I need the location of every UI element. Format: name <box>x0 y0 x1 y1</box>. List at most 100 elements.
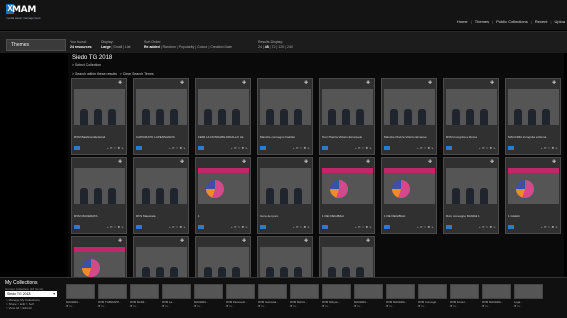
card-action-icons[interactable]: + ✉ ☆ ✖ ↳ <box>355 146 372 150</box>
result-card[interactable]: ✚ FEMI LA DONNARE DIDALLO LE + ✉ ☆ ✖ ↳ <box>195 78 251 155</box>
result-thumbnail[interactable] <box>446 89 497 125</box>
collection-thumbnail[interactable] <box>354 284 383 299</box>
result-thumbnail[interactable] <box>384 168 435 204</box>
add-to-collection-icon[interactable]: ✚ <box>118 160 124 165</box>
result-thumbnail[interactable] <box>446 168 497 204</box>
xmam-logo[interactable]: X MAM media asset management <box>6 4 41 24</box>
result-thumbnail[interactable] <box>322 168 373 204</box>
collection-item[interactable]: RVM Gazzetta... ✖ V+ <box>258 284 287 314</box>
view-all-link[interactable]: > View All > Edit All <box>6 306 40 310</box>
add-to-collection-icon[interactable]: ✚ <box>242 160 248 165</box>
add-to-collection-icon[interactable]: ✚ <box>366 81 372 86</box>
collection-item[interactable]: MACERA... ✖ V+ <box>66 284 95 314</box>
result-caption[interactable]: RVS Macerata <box>136 214 188 218</box>
collection-item-actions[interactable]: ✖ V+ <box>354 304 383 308</box>
collection-item[interactable]: RVM MACERA... ✖ V+ <box>482 284 511 314</box>
collection-item-actions[interactable]: ✖ V+ <box>322 304 351 308</box>
collection-item[interactable]: RVM MACERA... ✖ V+ <box>386 284 415 314</box>
result-thumbnail[interactable] <box>136 89 187 125</box>
add-to-collection-icon[interactable]: ✚ <box>490 81 496 86</box>
search-within-link[interactable]: > Search within these results <box>72 72 117 76</box>
result-caption[interactable]: Gore dei puro <box>260 214 312 218</box>
result-card[interactable]: ✚ RVM Incognita a Roma + ✉ ☆ ✖ ↳ <box>443 78 499 155</box>
result-card[interactable]: ✚ Manche Piazza Vittorio Emanue + ✉ ☆ ✖ ↳ <box>381 78 437 155</box>
result-card[interactable]: ✚ 1 + ✉ ☆ ✖ ↳ <box>195 157 251 234</box>
result-thumbnail[interactable] <box>508 168 559 204</box>
sort-popularity[interactable]: Popularity <box>179 45 195 49</box>
themes-button[interactable]: Themes <box>6 39 66 51</box>
display-large[interactable]: Large <box>101 45 111 49</box>
nav-home[interactable]: Home <box>457 19 468 24</box>
add-to-collection-icon[interactable]: ✚ <box>366 239 372 244</box>
collection-item[interactable]: Lega... ✖ V+ <box>514 284 543 314</box>
result-caption[interactable]: 1 Gisletti <box>508 214 560 218</box>
card-action-icons[interactable]: + ✉ ☆ ✖ ↳ <box>169 225 186 229</box>
card-action-icons[interactable]: + ✉ ☆ ✖ ↳ <box>107 225 124 229</box>
card-action-icons[interactable]: + ✉ ☆ ✖ ↳ <box>231 146 248 150</box>
collection-item-actions[interactable]: ✖ V+ <box>98 304 127 308</box>
card-action-icons[interactable]: + ✉ ☆ ✖ ↳ <box>417 225 434 229</box>
result-caption[interactable]: Rvm convegno Mobilità 1 <box>446 214 498 218</box>
collection-item-actions[interactable]: ✖ V+ <box>514 304 543 308</box>
select-collection-link[interactable]: > Select Collection <box>72 63 101 67</box>
result-card[interactable]: ✚ Manche convegno Falcide + ✉ ☆ ✖ ↳ <box>257 78 313 155</box>
result-thumbnail[interactable] <box>384 89 435 125</box>
collection-item-actions[interactable]: ✖ V+ <box>194 304 223 308</box>
result-caption[interactable]: RVM Incognita a Roma <box>446 135 498 139</box>
result-card[interactable]: ✚ RVM Basilicat Elettorali + ✉ ☆ ✖ ↳ <box>71 78 127 155</box>
result-thumbnail[interactable] <box>260 89 311 125</box>
collection-item[interactable]: RVM Mibyon... ✖ V+ <box>322 284 351 314</box>
result-thumbnail[interactable] <box>74 89 125 125</box>
result-caption[interactable]: MACCIMA Incognita a Roma <box>508 135 560 139</box>
collection-item-actions[interactable]: ✖ V+ <box>130 304 159 308</box>
collection-item-actions[interactable]: ✖ V+ <box>482 304 511 308</box>
result-card[interactable]: ✚ 1 DEI DEGIBALI + ✉ ☆ ✖ ↳ <box>319 157 375 234</box>
add-to-collection-icon[interactable]: ✚ <box>180 239 186 244</box>
result-card[interactable]: ✚ Rvm convegno Mobilità 1 + ✉ ☆ ✖ ↳ <box>443 157 499 234</box>
card-action-icons[interactable]: + ✉ ☆ ✖ ↳ <box>417 146 434 150</box>
add-to-collection-icon[interactable]: ✚ <box>490 160 496 165</box>
result-thumbnail[interactable] <box>508 89 559 125</box>
card-action-icons[interactable]: + ✉ ☆ ✖ ↳ <box>293 146 310 150</box>
add-to-collection-icon[interactable]: ✚ <box>118 239 124 244</box>
nav-recent[interactable]: Recent <box>535 19 548 24</box>
add-to-collection-icon[interactable]: ✚ <box>366 160 372 165</box>
collection-thumbnail[interactable] <box>226 284 255 299</box>
collection-thumbnail[interactable] <box>194 284 223 299</box>
result-caption[interactable]: RVM Basilicat Elettorali <box>74 135 126 139</box>
results-48[interactable]: 48 <box>265 45 269 49</box>
collection-item-actions[interactable]: ✖ V+ <box>418 304 447 308</box>
collection-thumbnail[interactable] <box>322 284 351 299</box>
collection-item-actions[interactable]: ✖ V+ <box>450 304 479 308</box>
results-240[interactable]: 240 <box>287 45 293 49</box>
display-small[interactable]: Small <box>113 45 122 49</box>
result-caption[interactable]: 1 DEI DEGIBALI <box>322 214 374 218</box>
result-card[interactable]: ✚ MACCIMA Incognita a Roma + ✉ ☆ ✖ ↳ <box>505 78 561 155</box>
collection-item[interactable]: RVM Parametri... ✖ V+ <box>226 284 255 314</box>
collection-thumbnail[interactable] <box>482 284 511 299</box>
card-action-icons[interactable]: + ✉ ☆ ✖ ↳ <box>231 225 248 229</box>
add-to-collection-icon[interactable]: ✚ <box>428 81 434 86</box>
result-caption[interactable]: 1 <box>198 214 250 218</box>
card-action-icons[interactable]: + ✉ ☆ ✖ ↳ <box>479 225 496 229</box>
collection-thumbnail[interactable] <box>98 284 127 299</box>
collection-thumbnail[interactable] <box>290 284 319 299</box>
card-action-icons[interactable]: + ✉ ☆ ✖ ↳ <box>479 146 496 150</box>
result-thumbnail[interactable] <box>260 168 311 204</box>
result-caption[interactable]: Manche convegno Falcide <box>260 135 312 139</box>
add-to-collection-icon[interactable]: ✚ <box>118 81 124 86</box>
nav-public-collections[interactable]: Public Collections <box>496 19 528 24</box>
collection-item-actions[interactable]: ✖ V+ <box>290 304 319 308</box>
card-action-icons[interactable]: + ✉ ☆ ✖ ↳ <box>293 225 310 229</box>
collection-thumbnail[interactable] <box>386 284 415 299</box>
result-card[interactable]: ✚ CAPICRATO LAPENNANOS + ✉ ☆ ✖ ↳ <box>133 78 189 155</box>
collection-thumbnail[interactable] <box>258 284 287 299</box>
collection-thumbnail[interactable] <box>162 284 191 299</box>
add-to-collection-icon[interactable]: ✚ <box>304 81 310 86</box>
collection-item[interactable]: RVM TGBRIAPP... ✖ V+ <box>98 284 127 314</box>
result-caption[interactable]: FEMI LA DONNARE DIDALLO LE <box>198 135 250 139</box>
sort-creation-date[interactable]: Creation Date <box>210 45 232 49</box>
collection-item[interactable]: RVM La... ✖ V+ <box>162 284 191 314</box>
sort-random[interactable]: Random <box>163 45 176 49</box>
result-caption[interactable]: CAPICRATO LAPENNANOS <box>136 135 188 139</box>
